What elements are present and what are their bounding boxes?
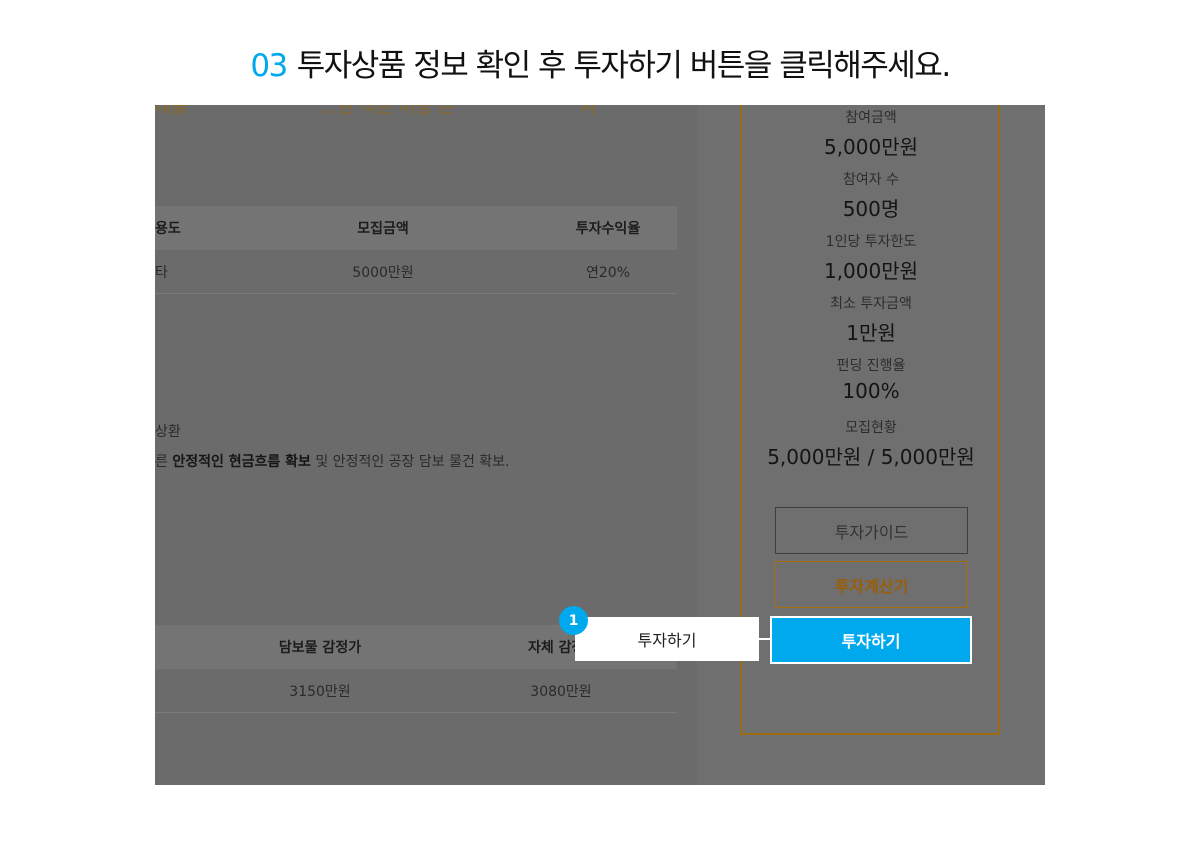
table-header: 용도 모집금액 투자수익율: [155, 206, 677, 250]
repayment-text: 상환: [155, 424, 181, 440]
product-detail-column: 대출 …한 적한 어당 은 지 용도 모집금액 투자수익율 타 5000만원 연…: [155, 105, 697, 785]
stat-participation-amount: 참여금액 5,000만원: [740, 107, 1002, 160]
stat-label: 참여자 수: [843, 172, 899, 188]
stat-participants: 참여자 수 500명: [740, 169, 1002, 222]
stat-label: 참여금액: [845, 110, 897, 126]
callout-label: 투자하기: [575, 617, 759, 661]
table-row: 3150만원 3080만원: [155, 670, 677, 713]
step-badge: 1: [559, 606, 588, 635]
step-instruction: 투자상품 정보 확인 후 투자하기 버튼을 클릭해주세요.: [296, 48, 951, 84]
cut-off-text: 지: [580, 105, 597, 118]
stat-value: 5,000만원: [823, 135, 919, 159]
table-cell: 3080만원: [530, 684, 592, 700]
invest-button[interactable]: 투자하기: [770, 616, 972, 664]
stat-label: 1인당 투자한도: [825, 234, 917, 250]
stat-funding-progress: 펀딩 진행율 100%: [740, 355, 1002, 403]
cut-off-text: 대출: [155, 105, 189, 118]
stat-value: 1만원: [846, 321, 896, 345]
stat-label: 모집현황: [845, 420, 897, 436]
callout-connector: [759, 638, 771, 640]
stat-value: 100%: [842, 379, 900, 403]
column-header: 모집금액: [357, 221, 409, 237]
stat-label: 최소 투자금액: [830, 296, 912, 312]
security-text-rest: 및 안정적인 공장 담보 물건 확보.: [310, 454, 510, 470]
investment-guide-button[interactable]: 투자가이드: [775, 507, 968, 554]
table-row: 타 5000만원 연20%: [155, 251, 677, 294]
stat-value: 5,000만원 / 5,000만원: [767, 445, 975, 469]
security-text: 른 안정적인 현금흐름 확보 및 안정적인 공장 담보 물건 확보.: [155, 451, 510, 471]
cut-off-text: …한 적한 어당 은: [320, 105, 455, 118]
table-cell: 연20%: [586, 265, 630, 281]
table-cell: 3150만원: [289, 684, 351, 700]
table-cell: 5000만원: [352, 265, 414, 281]
step-heading: 03 투자상품 정보 확인 후 투자하기 버튼을 클릭해주세요.: [0, 40, 1200, 85]
stat-recruitment-status: 모집현황 5,000만원 / 5,000만원: [740, 417, 1002, 470]
table-cell: 타: [155, 265, 168, 281]
column-header: 담보물 감정가: [278, 640, 362, 656]
stat-value: 500명: [842, 197, 900, 221]
dimmed-product-page: 대출 …한 적한 어당 은 지 용도 모집금액 투자수익율 타 5000만원 연…: [155, 105, 1045, 785]
column-header: 용도: [155, 221, 181, 237]
step-number: 03: [250, 48, 288, 84]
security-text-bold: 안정적인 현금흐름 확보: [172, 454, 311, 470]
investment-calculator-button[interactable]: 투자계산기: [775, 561, 968, 608]
stat-value: 1,000만원: [823, 259, 919, 283]
cut-off-text-row: 대출 …한 적한 어당 은 지: [155, 105, 697, 118]
stat-minimum-investment: 최소 투자금액 1만원: [740, 293, 1002, 346]
stat-limit-per-person: 1인당 투자한도 1,000만원: [740, 231, 1002, 284]
security-text-prefix: 른: [155, 454, 173, 470]
stat-label: 펀딩 진행율: [836, 358, 906, 374]
column-header: 투자수익율: [575, 221, 641, 237]
